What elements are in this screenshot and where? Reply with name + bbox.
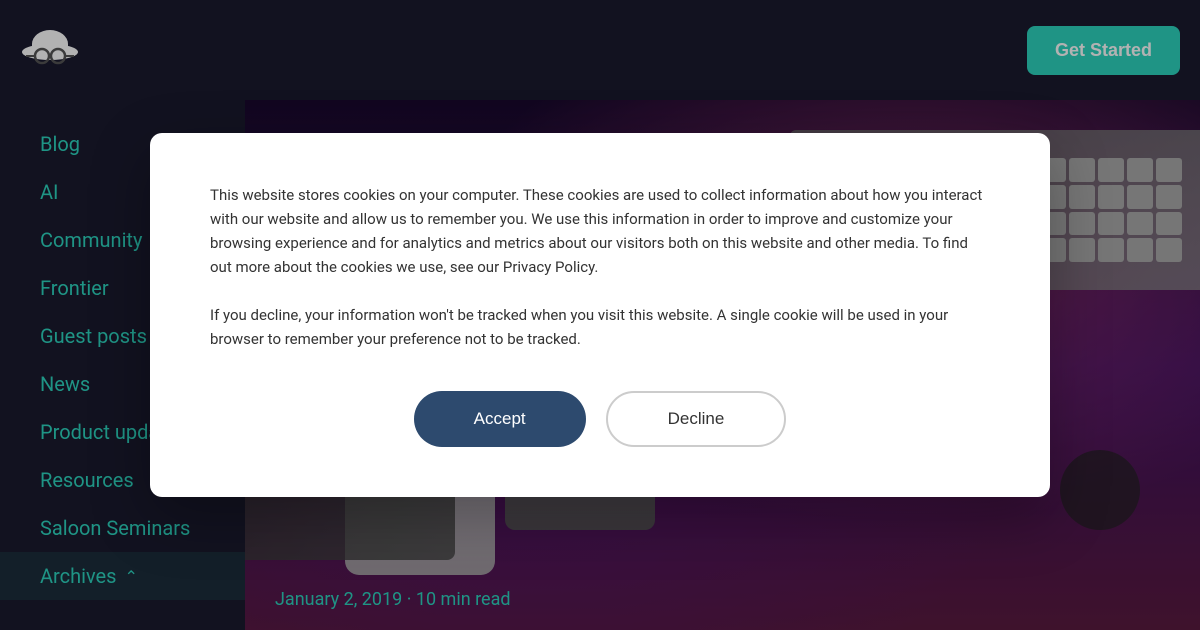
accept-button[interactable]: Accept bbox=[414, 391, 586, 447]
cookie-text-primary: This website stores cookies on your comp… bbox=[210, 183, 990, 279]
cookie-text-secondary: If you decline, your information won't b… bbox=[210, 303, 990, 351]
modal-overlay: This website stores cookies on your comp… bbox=[0, 0, 1200, 630]
cookie-buttons: Accept Decline bbox=[210, 391, 990, 447]
decline-button[interactable]: Decline bbox=[606, 391, 787, 447]
cookie-modal: This website stores cookies on your comp… bbox=[150, 133, 1050, 497]
